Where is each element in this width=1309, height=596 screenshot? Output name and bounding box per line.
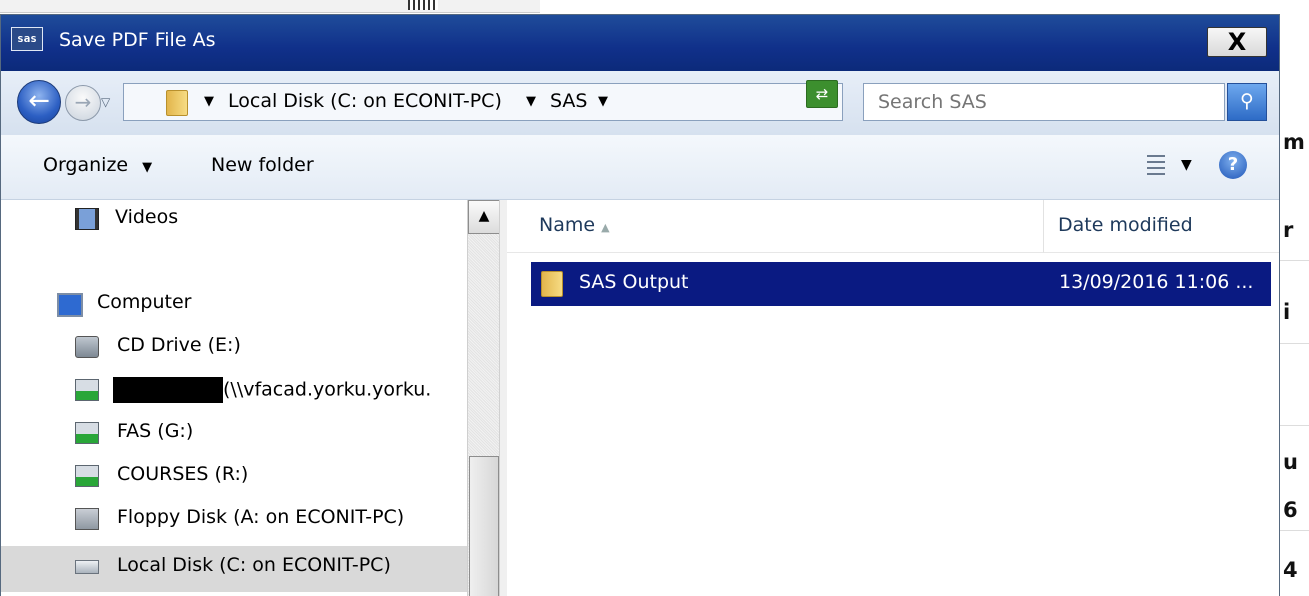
- file-list: Name ▲ Date modified SAS Output 13/09/201…: [507, 200, 1279, 596]
- file-date-modified: 13/09/2016 11:06 ...: [1059, 271, 1254, 293]
- bg-fragment: m: [1283, 130, 1305, 154]
- new-folder-button[interactable]: New folder: [211, 154, 314, 176]
- column-header-label: Name: [539, 214, 596, 236]
- nav-item-label: (\\vfacad.yorku.yorku.: [223, 378, 432, 401]
- address-row: ← → ▽ ▼ Local Disk (C: on ECONIT-PC) ▼ S…: [1, 71, 1279, 136]
- history-dropdown-icon[interactable]: ▽: [101, 95, 110, 109]
- breadcrumb-local-disk[interactable]: Local Disk (C: on ECONIT-PC): [228, 90, 502, 112]
- organize-label: Organize: [43, 154, 129, 176]
- nav-item-label: FAS (G:): [117, 420, 194, 442]
- scroll-thumb[interactable]: [469, 456, 499, 596]
- navigation-pane: Videos Computer CD Drive (E:) (\\vfacad.…: [1, 200, 467, 596]
- sort-ascending-icon: ▲: [601, 221, 610, 234]
- nav-item-label: Computer: [97, 291, 192, 313]
- refresh-button[interactable]: ⇄: [806, 80, 838, 108]
- nav-item-courses[interactable]: COURSES (R:): [1, 457, 467, 495]
- search-box[interactable]: [863, 83, 1225, 121]
- file-name: SAS Output: [579, 271, 689, 293]
- film-icon: [75, 208, 99, 230]
- command-toolbar: Organize ▼ New folder ▼ ?: [1, 135, 1279, 200]
- folder-icon: [166, 90, 188, 116]
- chevron-down-icon: ▼: [142, 160, 153, 175]
- nav-item-label: COURSES (R:): [117, 463, 249, 485]
- background-window-right: m r i u 6 4: [1278, 100, 1309, 595]
- forward-button[interactable]: →: [65, 85, 101, 121]
- column-header-name[interactable]: Name ▲: [507, 200, 1044, 253]
- nav-scrollbar[interactable]: ▲: [467, 200, 500, 596]
- close-button[interactable]: X: [1207, 27, 1267, 57]
- nav-item-label: CD Drive (E:): [117, 334, 241, 356]
- nav-item-cd-drive[interactable]: CD Drive (E:): [1, 328, 467, 366]
- chevron-down-icon[interactable]: ▼: [598, 94, 608, 109]
- address-bar[interactable]: ▼ Local Disk (C: on ECONIT-PC) ▼ SAS ▼ ▼: [123, 83, 907, 121]
- nav-item-network-drive[interactable]: (\\vfacad.yorku.yorku.: [1, 371, 467, 409]
- nav-item-computer[interactable]: Computer: [1, 285, 467, 323]
- nav-item-local-disk[interactable]: Local Disk (C: on ECONIT-PC): [1, 546, 467, 592]
- back-button[interactable]: ←: [17, 80, 61, 124]
- background-window-edge: [0, 0, 540, 13]
- chevron-down-icon[interactable]: ▼: [204, 94, 214, 109]
- cd-drive-icon: [75, 336, 99, 358]
- nav-item-text: (\\vfacad.yorku.yorku.: [113, 377, 431, 403]
- column-header-label: Date modified: [1058, 214, 1193, 236]
- network-drive-icon: [75, 422, 99, 444]
- sas-app-icon: sas: [11, 27, 43, 51]
- bg-fragment: i: [1283, 300, 1291, 324]
- save-dialog: sas Save PDF File As X ← → ▽ ▼ Local Dis…: [0, 14, 1280, 596]
- bg-fragment: 6: [1283, 498, 1298, 522]
- view-dropdown-icon[interactable]: ▼: [1181, 157, 1192, 173]
- chevron-down-icon[interactable]: ▼: [526, 94, 536, 109]
- nav-item-label: Local Disk (C: on ECONIT-PC): [117, 554, 391, 576]
- search-icon[interactable]: ⚲: [1227, 83, 1267, 121]
- network-drive-icon: [75, 379, 99, 401]
- nav-item-label: Floppy Disk (A: on ECONIT-PC): [117, 506, 405, 528]
- nav-item-videos[interactable]: Videos: [1, 200, 467, 238]
- nav-item-floppy[interactable]: Floppy Disk (A: on ECONIT-PC): [1, 500, 467, 538]
- scroll-up-arrow-icon[interactable]: ▲: [468, 200, 500, 234]
- nav-item-fas[interactable]: FAS (G:): [1, 414, 467, 452]
- search-input[interactable]: [876, 90, 1180, 114]
- bg-fragment: u: [1283, 450, 1298, 474]
- redacted-block: [113, 377, 223, 403]
- title-bar[interactable]: sas Save PDF File As X: [1, 15, 1279, 71]
- file-row[interactable]: SAS Output 13/09/2016 11:06 ...: [531, 262, 1271, 306]
- organize-button[interactable]: Organize ▼: [43, 154, 152, 176]
- view-options-icon[interactable]: [1147, 155, 1165, 177]
- nav-item-label: Videos: [115, 206, 179, 228]
- help-button[interactable]: ?: [1219, 151, 1247, 179]
- breadcrumb-sas[interactable]: SAS: [550, 90, 587, 112]
- grip-icon: [408, 0, 438, 10]
- computer-icon: [57, 293, 83, 317]
- folder-icon: [541, 271, 563, 297]
- dialog-title: Save PDF File As: [59, 29, 216, 51]
- bg-fragment: 4: [1283, 558, 1298, 582]
- bg-fragment: r: [1283, 218, 1294, 242]
- column-header-date[interactable]: Date modified: [1044, 200, 1279, 253]
- disk-icon: [75, 560, 99, 574]
- floppy-icon: [75, 508, 99, 530]
- network-drive-icon: [75, 465, 99, 487]
